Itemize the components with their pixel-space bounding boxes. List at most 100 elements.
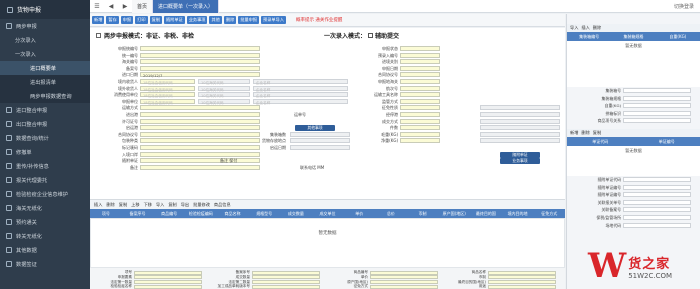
- detail-input[interactable]: [134, 270, 202, 275]
- detail-input[interactable]: [488, 275, 556, 280]
- detail-input[interactable]: [252, 280, 320, 285]
- detail-input[interactable]: [134, 284, 202, 289]
- field-input-code[interactable]: 10位海关代码: [198, 79, 250, 85]
- field-input[interactable]: [400, 138, 440, 144]
- mini-input[interactable]: [290, 145, 350, 150]
- blue-action-button[interactable]: 业务事项: [500, 158, 540, 165]
- field-input[interactable]: [140, 112, 260, 117]
- field-input[interactable]: [400, 65, 440, 71]
- toolbar-button[interactable]: 打印: [135, 16, 148, 24]
- sidebar-item[interactable]: 检验检疫企业信息维护: [0, 187, 90, 201]
- tab-current[interactable]: 进口概要单（一次录入）: [153, 0, 220, 13]
- detail-input[interactable]: [134, 280, 202, 285]
- field-input[interactable]: [140, 118, 260, 124]
- sidebar-item[interactable]: 分次录入: [0, 33, 90, 47]
- toolbar-button[interactable]: 删除: [223, 16, 237, 24]
- field-input-extra[interactable]: [480, 125, 560, 131]
- field-input[interactable]: [400, 118, 440, 124]
- panel-field-input[interactable]: [623, 88, 691, 93]
- detail-input[interactable]: [488, 270, 556, 275]
- blue-action-button[interactable]: 其他事项: [295, 125, 335, 132]
- field-input[interactable]: 18位社会信用代码: [140, 79, 195, 85]
- grid-toolbar-button[interactable]: 复制: [119, 202, 127, 208]
- blue-action-button[interactable]: 随附单证: [500, 151, 540, 158]
- field-input-code[interactable]: 10位海关代码: [198, 92, 250, 98]
- field-input[interactable]: [400, 52, 440, 58]
- panel-field-input[interactable]: [623, 184, 691, 190]
- toolbar-button[interactable]: 新增: [92, 16, 105, 24]
- field-input-extra[interactable]: [480, 138, 560, 144]
- sidebar-item[interactable]: 其他数据: [0, 243, 90, 257]
- field-input-code[interactable]: 10位海关代码: [198, 98, 250, 105]
- grid-toolbar-button[interactable]: 批量修改: [193, 202, 210, 208]
- sidebar-item[interactable]: 进口整合申报: [0, 103, 90, 117]
- detail-input[interactable]: [488, 280, 556, 285]
- detail-input[interactable]: [252, 284, 320, 289]
- panel-toolbar-button[interactable]: 删除: [593, 25, 601, 31]
- field-input[interactable]: [400, 98, 440, 104]
- sidebar-item[interactable]: 修撤单: [0, 145, 90, 159]
- panel-toolbar-button[interactable]: 插入: [581, 25, 589, 31]
- field-input-name[interactable]: 企业名称: [253, 85, 348, 92]
- field-input[interactable]: [140, 105, 260, 111]
- forward-icon[interactable]: ▶: [121, 2, 129, 10]
- sidebar-item[interactable]: 海关无纸化: [0, 201, 90, 215]
- field-input-extra[interactable]: [480, 112, 560, 117]
- assist-submit-checkbox[interactable]: [368, 32, 374, 38]
- grid-toolbar-button[interactable]: 复制: [168, 202, 176, 208]
- sidebar-item[interactable]: 数据查询/统计: [0, 131, 90, 145]
- sidebar-item[interactable]: 转关无纸化: [0, 229, 90, 243]
- detail-input[interactable]: [370, 275, 438, 280]
- grid-toolbar-button[interactable]: 导出: [181, 202, 189, 208]
- field-input[interactable]: 18位社会信用代码: [140, 85, 195, 92]
- panel-field-input[interactable]: [623, 118, 691, 124]
- detail-input[interactable]: [370, 280, 438, 285]
- panel-field-input[interactable]: [623, 177, 691, 182]
- toolbar-button[interactable]: 复制: [149, 16, 162, 24]
- sidebar-item[interactable]: 进口概要单: [0, 61, 90, 75]
- field-input[interactable]: [140, 46, 260, 51]
- field-input[interactable]: 18位社会信用代码: [140, 98, 195, 105]
- field-input[interactable]: [400, 125, 440, 131]
- detail-input[interactable]: [370, 284, 438, 289]
- field-input[interactable]: [140, 151, 260, 157]
- detail-input[interactable]: [488, 284, 556, 289]
- field-input[interactable]: [400, 105, 440, 111]
- field-input[interactable]: [140, 59, 260, 65]
- panel-toolbar-button[interactable]: 新增: [570, 130, 578, 136]
- field-input[interactable]: 2019/12/7: [140, 72, 260, 78]
- panel-field-input[interactable]: [623, 222, 691, 228]
- tab-home[interactable]: 首页: [132, 0, 154, 13]
- panel-field-input[interactable]: [623, 199, 691, 205]
- field-input-name[interactable]: 企业名称: [253, 98, 348, 105]
- toolbar-button[interactable]: 暂存: [106, 16, 119, 24]
- field-input[interactable]: [140, 125, 260, 131]
- panel-field-input[interactable]: [623, 192, 691, 198]
- field-input-name[interactable]: 企业名称: [253, 92, 348, 98]
- grid-toolbar-button[interactable]: 下移: [144, 202, 152, 208]
- topbar-right[interactable]: 切换登录: [674, 3, 700, 10]
- toolbar-button[interactable]: 随附单证: [163, 16, 185, 24]
- toolbar-button[interactable]: 预录单导入: [261, 16, 286, 24]
- field-input[interactable]: 18位社会信用代码: [140, 92, 195, 98]
- field-input-name[interactable]: 企业名称: [253, 79, 348, 85]
- field-input[interactable]: [400, 92, 440, 98]
- sidebar-item[interactable]: 数据签证: [0, 257, 90, 271]
- field-input[interactable]: [400, 131, 440, 137]
- grid-toolbar-button[interactable]: 商品信息: [214, 202, 231, 208]
- detail-input[interactable]: [370, 270, 438, 275]
- field-input[interactable]: [400, 85, 440, 91]
- sidebar-item[interactable]: 报关代理委托: [0, 173, 90, 187]
- grid-toolbar-button[interactable]: 上移: [131, 202, 139, 208]
- panel-field-input[interactable]: [623, 207, 691, 213]
- panel-toolbar-button[interactable]: 导入: [570, 25, 578, 31]
- mini-input[interactable]: [290, 131, 350, 137]
- field-input[interactable]: [400, 72, 440, 78]
- panel-field-input[interactable]: [623, 110, 691, 116]
- field-input[interactable]: [140, 65, 260, 71]
- sidebar-item[interactable]: 进出报清单: [0, 75, 90, 89]
- panel-toolbar-button[interactable]: 复制: [593, 130, 601, 136]
- field-input-code[interactable]: 10位海关代码: [198, 85, 250, 92]
- back-icon[interactable]: ◀: [107, 2, 115, 10]
- sidebar-item[interactable]: 预约通关: [0, 215, 90, 229]
